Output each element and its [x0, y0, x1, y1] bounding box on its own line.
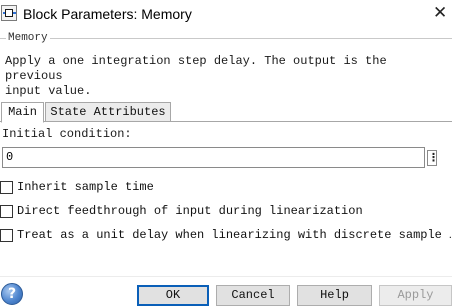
inherit-sample-time-option[interactable]: Inherit sample time: [0, 178, 154, 196]
block-description: Apply a one integration step delay. The …: [5, 54, 387, 98]
help-button[interactable]: Help: [297, 285, 372, 306]
apply-button[interactable]: Apply: [379, 285, 452, 306]
direct-feedthrough-checkbox[interactable]: [0, 204, 13, 218]
initial-condition-label: Initial condition:: [2, 127, 132, 141]
unit-delay-label: Treat as a unit delay when linearizing w…: [17, 228, 452, 242]
close-icon[interactable]: ✕: [433, 4, 447, 22]
group-legend: Memory: [6, 32, 50, 44]
help-question-icon[interactable]: ?: [1, 283, 23, 305]
unit-delay-checkbox[interactable]: [0, 228, 13, 242]
more-options-icon[interactable]: ⋮: [427, 150, 439, 166]
unit-delay-option[interactable]: Treat as a unit delay when linearizing w…: [0, 226, 452, 244]
footer-separator: [0, 276, 452, 277]
inherit-sample-time-label: Inherit sample time: [17, 180, 154, 194]
simulink-block-icon: [1, 5, 17, 21]
direct-feedthrough-label: Direct feedthrough of input during linea…: [17, 204, 363, 218]
inherit-sample-time-checkbox[interactable]: [0, 180, 13, 194]
cancel-button[interactable]: Cancel: [216, 285, 290, 306]
window-title: Block Parameters: Memory: [23, 6, 192, 22]
initial-condition-input[interactable]: 0: [2, 147, 425, 168]
tab-state-attributes[interactable]: State Attributes: [45, 102, 171, 122]
tab-main[interactable]: Main: [1, 102, 44, 123]
direct-feedthrough-option[interactable]: Direct feedthrough of input during linea…: [0, 202, 363, 220]
ok-button[interactable]: OK: [137, 285, 209, 306]
title-bar: Block Parameters: Memory ✕: [0, 0, 452, 30]
